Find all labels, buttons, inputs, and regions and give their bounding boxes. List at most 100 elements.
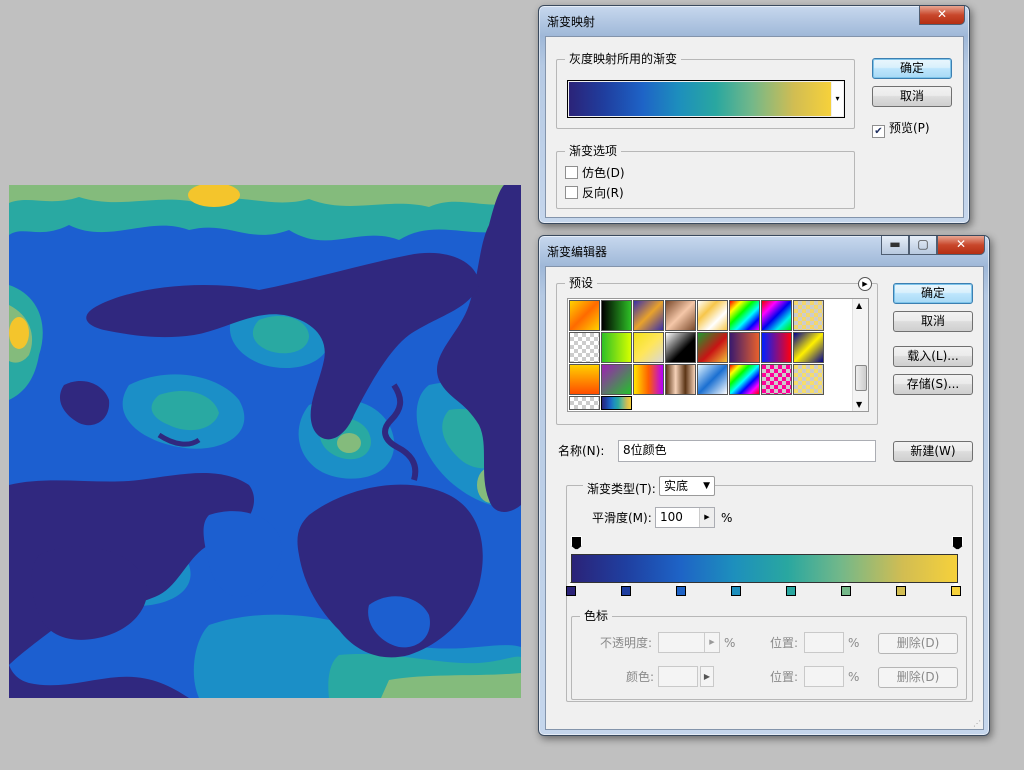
- opacity-delete-button[interactable]: 删除(D): [878, 633, 958, 654]
- color-stop[interactable]: [566, 582, 576, 596]
- gradient-type-value: 实底: [664, 479, 689, 493]
- opacity-stop-right[interactable]: [952, 536, 963, 550]
- gradient-preview-picker[interactable]: ▾: [567, 80, 845, 118]
- preset-swatch[interactable]: [569, 332, 600, 363]
- preset-swatch[interactable]: [761, 364, 792, 395]
- color-stop[interactable]: [731, 582, 741, 596]
- opacity-location-percent: %: [848, 636, 860, 650]
- preset-swatch[interactable]: [793, 300, 824, 331]
- preset-swatch[interactable]: [633, 364, 664, 395]
- preset-swatch[interactable]: [633, 300, 664, 331]
- scroll-up-icon[interactable]: ▲: [856, 301, 862, 310]
- gradient-map-dialog: 渐变映射 ✕ 灰度映射所用的渐变 ▾ 渐变选项 仿色(D) 反向(R) 确定 取…: [538, 5, 970, 224]
- preset-swatch[interactable]: [793, 364, 824, 395]
- gradient-type-group: 渐变类型(T): 实底 ▼ 平滑度(M): 100 ▶ % 色标 不透明度: ▶: [566, 476, 973, 702]
- gradient-map-client: 灰度映射所用的渐变 ▾ 渐变选项 仿色(D) 反向(R) 确定 取消 ✔ 预览(P…: [545, 36, 964, 218]
- dither-checkbox[interactable]: 仿色(D): [565, 166, 625, 180]
- preset-swatch[interactable]: [665, 332, 696, 363]
- color-stops-group-title: 色标: [580, 609, 613, 623]
- smoothness-percent: %: [721, 511, 733, 525]
- color-location-label: 位置:: [770, 670, 799, 684]
- preset-swatch[interactable]: [761, 332, 792, 363]
- preset-swatch[interactable]: [729, 364, 760, 395]
- opacity-location-input[interactable]: [804, 632, 844, 653]
- opacity-arrow-icon[interactable]: ▶: [704, 633, 719, 652]
- maximize-icon[interactable]: ▢: [909, 236, 937, 255]
- gradient-map-titlebar[interactable]: 渐变映射 ✕: [539, 6, 969, 32]
- preset-swatch[interactable]: [601, 332, 632, 363]
- color-stop[interactable]: [951, 582, 961, 596]
- minimize-icon[interactable]: ▬: [881, 236, 909, 255]
- preset-swatch[interactable]: [761, 300, 792, 331]
- gradient-options-group: 渐变选项 仿色(D) 反向(R): [556, 144, 855, 209]
- preset-swatch[interactable]: [665, 364, 696, 395]
- preset-swatch[interactable]: [569, 396, 600, 410]
- opacity-label: 不透明度:: [600, 636, 653, 650]
- reverse-checkbox-box[interactable]: [565, 186, 578, 199]
- color-location-input[interactable]: [804, 666, 844, 687]
- preset-swatch-selected[interactable]: [601, 396, 632, 410]
- gradient-editor-titlebar[interactable]: 渐变编辑器 ▬ ▢ ✕: [539, 236, 989, 262]
- preset-swatch[interactable]: [793, 332, 824, 363]
- arrow-down-icon[interactable]: ▾: [832, 82, 843, 116]
- smoothness-label: 平滑度(M):: [592, 511, 652, 525]
- color-delete-button[interactable]: 删除(D): [878, 667, 958, 688]
- reverse-checkbox[interactable]: 反向(R): [565, 186, 624, 200]
- gradient-mapped-image: [9, 185, 521, 698]
- scroll-thumb[interactable]: [855, 365, 867, 391]
- color-stop[interactable]: [786, 582, 796, 596]
- preset-list: ▲ ▼: [567, 298, 869, 412]
- color-stops-row: [566, 582, 972, 598]
- check-icon[interactable]: ✔: [872, 125, 885, 138]
- ok-button[interactable]: 确定: [893, 283, 973, 304]
- gradient-preview-bar[interactable]: [569, 82, 831, 116]
- presets-group-title: 预设: [565, 276, 598, 290]
- presets-menu-icon[interactable]: ▶: [858, 277, 872, 291]
- smoothness-value: 100: [660, 510, 683, 524]
- dither-label: 仿色(D): [582, 166, 625, 180]
- preset-swatch[interactable]: [601, 364, 632, 395]
- smoothness-arrow-icon[interactable]: ▶: [699, 508, 714, 527]
- presets-group: 预设 ▶ ▲ ▼: [556, 276, 878, 425]
- opacity-percent: %: [724, 636, 736, 650]
- new-button[interactable]: 新建(W): [893, 441, 973, 462]
- gradient-bar[interactable]: [571, 554, 958, 583]
- dither-checkbox-box[interactable]: [565, 166, 578, 179]
- color-swatch-field[interactable]: [658, 666, 698, 687]
- preset-swatch[interactable]: [729, 332, 760, 363]
- gradient-type-select[interactable]: 实底 ▼: [659, 476, 715, 496]
- load-button[interactable]: 载入(L)...: [893, 346, 973, 367]
- cancel-button[interactable]: 取消: [872, 86, 952, 107]
- preset-swatch[interactable]: [665, 300, 696, 331]
- preview-checkbox[interactable]: ✔ 预览(P): [872, 121, 930, 138]
- color-stop[interactable]: [676, 582, 686, 596]
- color-location-percent: %: [848, 670, 860, 684]
- gray-gradient-group: 灰度映射所用的渐变 ▾: [556, 52, 855, 129]
- cancel-button[interactable]: 取消: [893, 311, 973, 332]
- preset-swatch[interactable]: [697, 300, 728, 331]
- close-icon[interactable]: ✕: [919, 6, 965, 25]
- preset-swatch[interactable]: [569, 300, 600, 331]
- preset-swatch[interactable]: [697, 332, 728, 363]
- resize-grip-icon[interactable]: ⋰: [973, 719, 981, 728]
- opacity-stop-left[interactable]: [571, 536, 582, 550]
- preset-swatch[interactable]: [697, 364, 728, 395]
- ok-button[interactable]: 确定: [872, 58, 952, 79]
- preset-swatch[interactable]: [569, 364, 600, 395]
- smoothness-input[interactable]: 100 ▶: [655, 507, 715, 528]
- color-stop[interactable]: [896, 582, 906, 596]
- scroll-down-icon[interactable]: ▼: [856, 400, 862, 409]
- preset-swatch[interactable]: [601, 300, 632, 331]
- color-stops-group: 色标 不透明度: ▶ % 位置: % 删除(D) 颜色: ▶ 位置: % 删除(…: [571, 609, 967, 700]
- color-arrow-icon[interactable]: ▶: [700, 666, 714, 687]
- chevron-down-icon[interactable]: ▼: [703, 477, 710, 495]
- opacity-input[interactable]: ▶: [658, 632, 720, 653]
- preset-swatch[interactable]: [729, 300, 760, 331]
- name-input[interactable]: 8位颜色: [618, 440, 876, 462]
- close-icon[interactable]: ✕: [937, 236, 985, 255]
- save-button[interactable]: 存储(S)...: [893, 374, 973, 395]
- presets-scrollbar[interactable]: ▲ ▼: [852, 299, 868, 411]
- color-stop[interactable]: [841, 582, 851, 596]
- preset-swatch[interactable]: [633, 332, 664, 363]
- color-stop[interactable]: [621, 582, 631, 596]
